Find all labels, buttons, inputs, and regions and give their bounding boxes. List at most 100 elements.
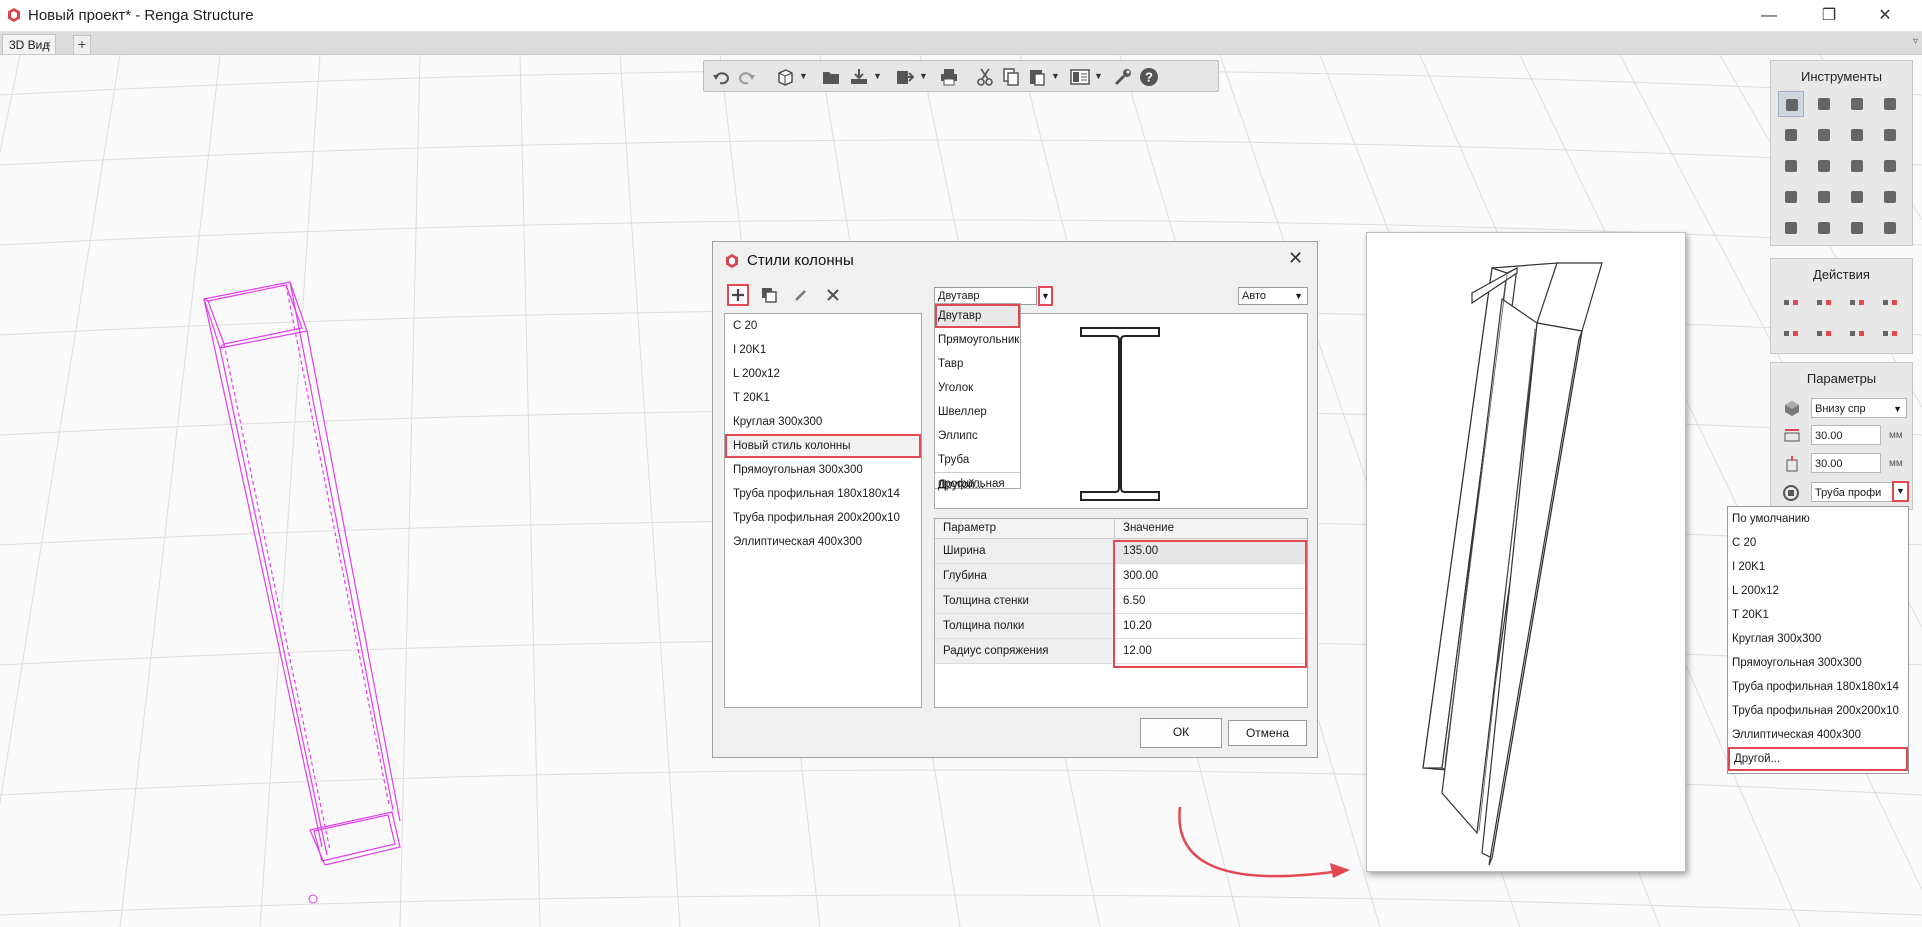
auto-select[interactable]: Авто ▼ bbox=[1238, 287, 1308, 305]
layout-icon[interactable] bbox=[1069, 66, 1091, 88]
style-dropdown-item[interactable]: По умолчанию bbox=[1728, 507, 1908, 531]
profile-type-item[interactable]: Тавр bbox=[935, 352, 1020, 376]
rotate-action-icon[interactable] bbox=[1778, 320, 1804, 346]
node-tool-icon[interactable] bbox=[1811, 91, 1837, 117]
style-dropdown-item[interactable]: T 20K1 bbox=[1728, 603, 1908, 627]
add-style-button[interactable] bbox=[727, 284, 749, 306]
style-list-item[interactable]: Круглая 300x300 bbox=[725, 410, 921, 434]
text-tool-icon[interactable] bbox=[1877, 215, 1903, 241]
style-dropdown-item[interactable]: Прямоугольная 300x300 bbox=[1728, 651, 1908, 675]
export-icon[interactable] bbox=[894, 66, 916, 88]
wall-tool-icon[interactable] bbox=[1844, 91, 1870, 117]
style-list-item[interactable]: I 20K1 bbox=[725, 338, 921, 362]
floor-tool-icon[interactable] bbox=[1811, 122, 1837, 148]
cancel-button[interactable]: Отмена bbox=[1228, 720, 1307, 746]
help-icon[interactable]: ? bbox=[1138, 66, 1160, 88]
minimize-button[interactable]: — bbox=[1746, 0, 1792, 31]
export-dropdown-icon[interactable]: ▼ bbox=[919, 71, 928, 81]
profile-type-item[interactable]: Швеллер bbox=[935, 400, 1020, 424]
style-list-item[interactable]: Новый стиль колонны bbox=[725, 434, 921, 458]
offset2-input[interactable]: 30.00 bbox=[1811, 453, 1881, 473]
rebar-tool-icon[interactable] bbox=[1778, 184, 1804, 210]
style-list-item[interactable]: С 20 bbox=[725, 314, 921, 338]
profile-type-item[interactable]: Труба профильная bbox=[935, 448, 1020, 490]
scale-action-icon[interactable] bbox=[1811, 320, 1837, 346]
solid-tool-icon[interactable] bbox=[1844, 184, 1870, 210]
select-tool-icon[interactable] bbox=[1778, 91, 1804, 117]
undo-icon[interactable] bbox=[710, 66, 732, 88]
view-dropdown-icon[interactable]: ▼ bbox=[799, 71, 808, 81]
slab-tool-icon[interactable] bbox=[1778, 122, 1804, 148]
copy-icon[interactable] bbox=[1000, 66, 1022, 88]
foundation-tool-icon[interactable] bbox=[1778, 153, 1804, 179]
door-tool-icon[interactable] bbox=[1844, 153, 1870, 179]
offset1-unit: мм bbox=[1889, 430, 1903, 441]
dimension-tool-icon[interactable] bbox=[1778, 215, 1804, 241]
duplicate-icon[interactable] bbox=[761, 287, 777, 303]
dialog-close-icon[interactable]: ✕ bbox=[1288, 248, 1303, 269]
offset1-input[interactable]: 30.00 bbox=[1811, 425, 1881, 445]
view-cube-icon[interactable] bbox=[774, 66, 796, 88]
offset-horizontal-icon bbox=[1784, 429, 1800, 442]
delete-icon[interactable] bbox=[825, 287, 841, 303]
profile-type-dropdown-button[interactable]: ▼ bbox=[1038, 286, 1053, 306]
move-action-icon[interactable] bbox=[1811, 289, 1837, 315]
offset-vertical-icon bbox=[1786, 456, 1798, 472]
cut-icon[interactable] bbox=[974, 66, 996, 88]
style-list-item[interactable]: L 200x12 bbox=[725, 362, 921, 386]
style-list-item[interactable]: Труба профильная 200x200x10 bbox=[725, 506, 921, 530]
close-button[interactable]: ✕ bbox=[1862, 0, 1908, 31]
open-folder-icon[interactable] bbox=[820, 66, 842, 88]
print-icon[interactable] bbox=[938, 66, 960, 88]
stair-tool-icon[interactable] bbox=[1811, 184, 1837, 210]
paste-icon[interactable] bbox=[1026, 66, 1048, 88]
tab-menu-icon[interactable]: ▿ bbox=[1913, 36, 1918, 47]
style-dropdown-item[interactable]: Эллиптическая 400x300 bbox=[1728, 723, 1908, 747]
edit-pencil-icon[interactable] bbox=[793, 287, 809, 303]
style-list-item[interactable]: Труба профильная 180x180x14 bbox=[725, 482, 921, 506]
copy-action-icon[interactable] bbox=[1844, 320, 1870, 346]
profile-type-item[interactable]: Другой... bbox=[935, 472, 1020, 497]
elevation-tool-icon[interactable] bbox=[1811, 215, 1837, 241]
profile-type-item[interactable]: Уголок bbox=[935, 376, 1020, 400]
maximize-button[interactable]: ❐ bbox=[1806, 0, 1852, 31]
align-action-icon[interactable] bbox=[1778, 289, 1804, 315]
brace-tool-icon[interactable] bbox=[1877, 122, 1903, 148]
style-dropdown-item[interactable]: L 200x12 bbox=[1728, 579, 1908, 603]
profile-type-item[interactable]: Прямоугольник bbox=[935, 328, 1020, 352]
hatch-tool-icon[interactable] bbox=[1844, 215, 1870, 241]
layout-dropdown-icon[interactable]: ▼ bbox=[1094, 71, 1103, 81]
style-dropdown-item[interactable]: Круглая 300x300 bbox=[1728, 627, 1908, 651]
actions-panel: Действия bbox=[1770, 258, 1913, 354]
profile-type-item[interactable]: Эллипс bbox=[935, 424, 1020, 448]
element-tool-icon[interactable] bbox=[1877, 184, 1903, 210]
ok-button[interactable]: ОК bbox=[1140, 718, 1222, 748]
style-list-item[interactable]: Прямоугольная 300x300 bbox=[725, 458, 921, 482]
array-action-icon[interactable] bbox=[1877, 320, 1903, 346]
import-icon[interactable] bbox=[848, 66, 870, 88]
style-dropdown-item[interactable]: Труба профильная 180x180x14 bbox=[1728, 675, 1908, 699]
style-dropdown-item[interactable]: Труба профильная 200x200x10 bbox=[1728, 699, 1908, 723]
opening-tool-icon[interactable] bbox=[1811, 153, 1837, 179]
col-value-header: Значение bbox=[1114, 519, 1307, 539]
style-dropdown-item[interactable]: Другой... bbox=[1728, 747, 1908, 771]
import-dropdown-icon[interactable]: ▼ bbox=[873, 71, 882, 81]
placement-select[interactable]: Внизу спр ▼ bbox=[1811, 398, 1907, 418]
add-tab-button[interactable]: + bbox=[73, 35, 91, 55]
line-tool-icon[interactable] bbox=[1877, 153, 1903, 179]
beam-tool-icon[interactable] bbox=[1844, 122, 1870, 148]
paste-dropdown-icon[interactable]: ▼ bbox=[1051, 71, 1060, 81]
distribute-action-icon[interactable] bbox=[1844, 289, 1870, 315]
redo-icon[interactable] bbox=[736, 66, 758, 88]
style-dropdown-item[interactable]: I 20K1 bbox=[1728, 555, 1908, 579]
style-dropdown-button[interactable]: ▼ bbox=[1892, 481, 1909, 502]
profile-type-item[interactable]: Двутавр bbox=[935, 304, 1020, 328]
mirror-action-icon[interactable] bbox=[1877, 289, 1903, 315]
tab-close-icon[interactable]: × bbox=[45, 35, 51, 55]
style-dropdown-item[interactable]: С 20 bbox=[1728, 531, 1908, 555]
style-list-item[interactable]: Эллиптическая 400x300 bbox=[725, 530, 921, 554]
column-tool-icon[interactable] bbox=[1877, 91, 1903, 117]
tab-3d-view[interactable]: 3D Вид × bbox=[2, 34, 56, 54]
wrench-icon[interactable] bbox=[1112, 66, 1134, 88]
style-list-item[interactable]: T 20K1 bbox=[725, 386, 921, 410]
